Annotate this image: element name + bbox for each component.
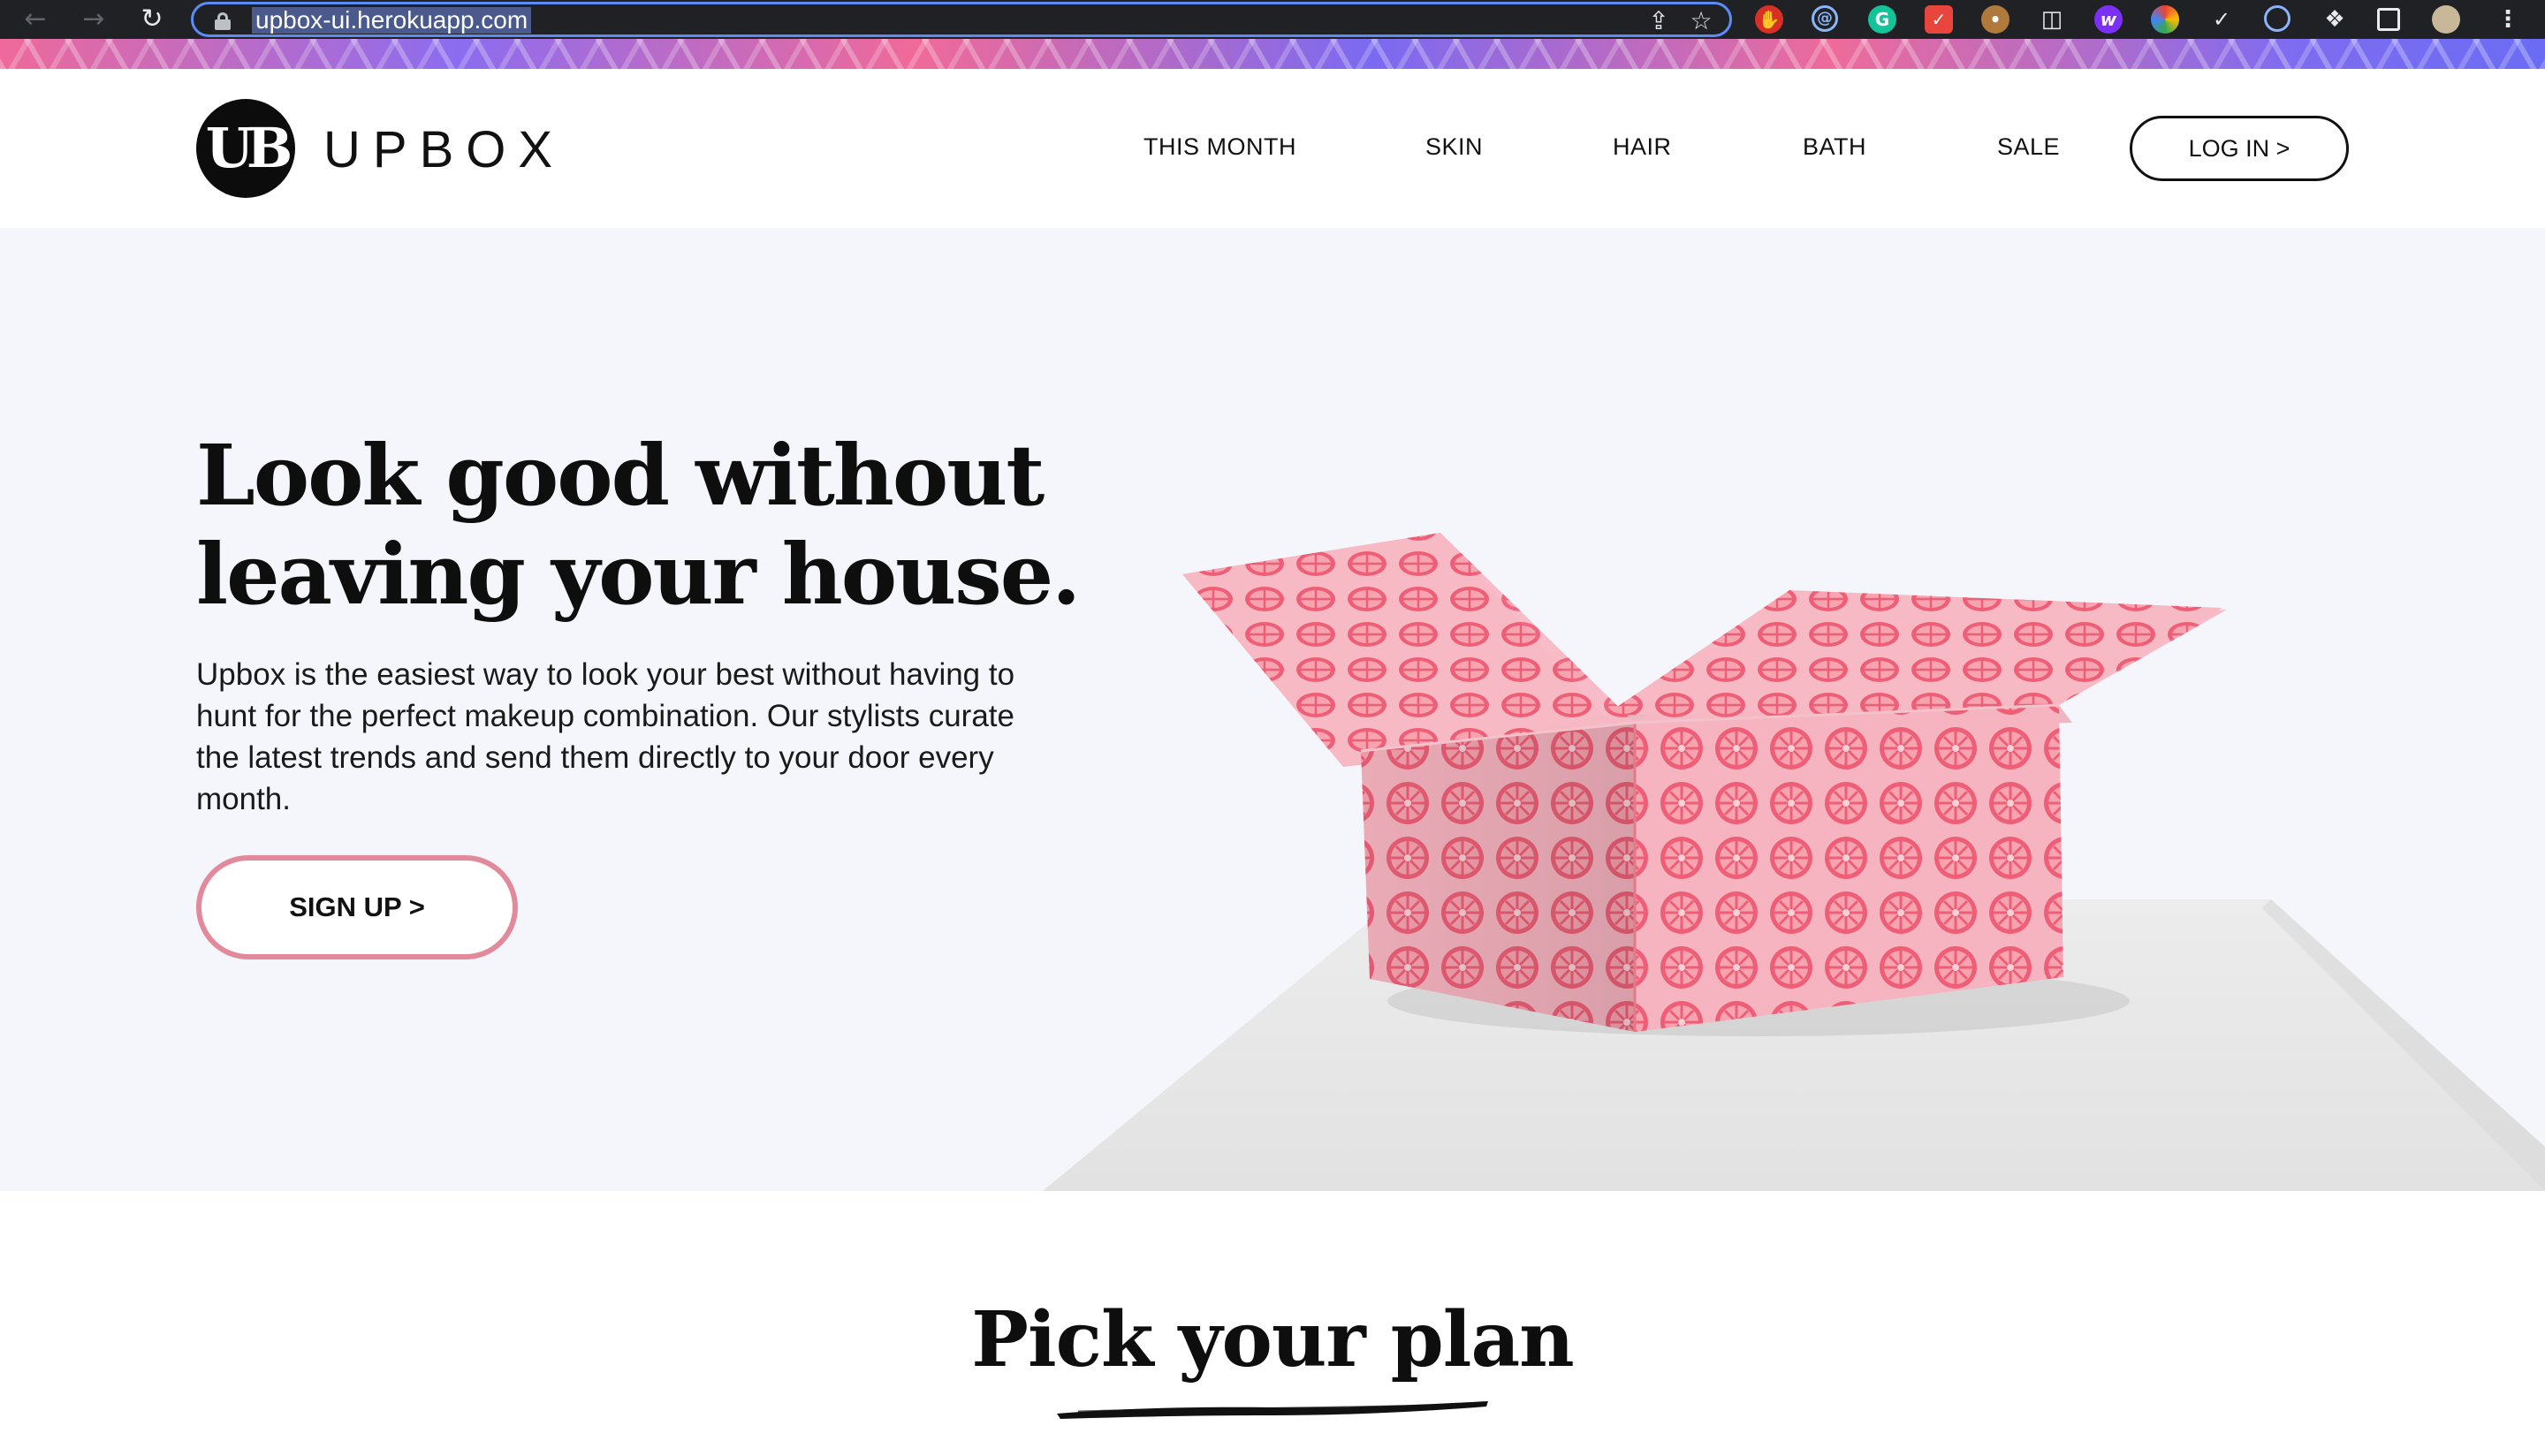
- todo-icon[interactable]: ✓: [1925, 5, 1953, 34]
- share-icon[interactable]: ⇪: [1641, 7, 1676, 35]
- menu-kebab-icon[interactable]: ⋮: [2494, 5, 2522, 34]
- profile-avatar[interactable]: [2432, 5, 2460, 34]
- w-extension-icon[interactable]: w: [2094, 5, 2123, 34]
- signup-button[interactable]: SIGN UP >: [196, 855, 518, 959]
- target-icon[interactable]: [2264, 5, 2290, 32]
- reload-icon[interactable]: ↻: [127, 0, 177, 39]
- at-sign-icon[interactable]: @: [1812, 5, 1838, 32]
- grammarly-icon[interactable]: G: [1868, 5, 1896, 34]
- nav-sale[interactable]: SALE: [1997, 133, 2060, 161]
- browser-toolbar: ← → ↻ upbox-ui.herokuapp.com ⇪ ☆ ✋ @ G ✓…: [0, 0, 2545, 39]
- reader-icon[interactable]: ◫: [2038, 5, 2066, 34]
- address-bar[interactable]: upbox-ui.herokuapp.com ⇪ ☆: [191, 2, 1732, 37]
- upbox-logo-mark[interactable]: UB: [196, 99, 295, 198]
- nav-skin[interactable]: SKIN: [1425, 133, 1483, 161]
- forward-arrow-icon[interactable]: →: [69, 0, 118, 39]
- nav-bath[interactable]: BATH: [1803, 133, 1866, 161]
- side-panel-icon[interactable]: [2377, 8, 2400, 31]
- site-header: UB UPBOX THIS MONTH SKIN HAIR BATH SALE …: [0, 69, 2545, 228]
- login-button[interactable]: LOG IN >: [2130, 116, 2349, 181]
- nav-this-month[interactable]: THIS MONTH: [1143, 133, 1296, 161]
- decorative-pattern-banner: [0, 39, 2545, 69]
- hero-title-line-2: leaving your house.: [196, 526, 1081, 624]
- brush-underline-decoration: [1057, 1401, 1488, 1419]
- plans-heading: Pick your plan: [971, 1295, 1574, 1384]
- puzzle-extensions-icon[interactable]: ❖: [2321, 5, 2349, 34]
- upbox-logo-text[interactable]: UPBOX: [323, 120, 565, 179]
- hero-title-line-1: Look good without: [196, 427, 1045, 525]
- back-arrow-icon[interactable]: ←: [11, 0, 60, 39]
- url-text[interactable]: upbox-ui.herokuapp.com: [252, 7, 532, 34]
- adblock-icon[interactable]: ✋: [1755, 5, 1783, 34]
- lock-icon: [215, 12, 231, 30]
- hero-title: Look good without leaving your house.: [196, 427, 1081, 625]
- hero-section: Look good without leaving your house. Up…: [0, 228, 2545, 1191]
- eyedropper-icon[interactable]: ✓: [2207, 5, 2236, 34]
- color-picker-icon[interactable]: [2151, 5, 2179, 34]
- hero-description: Upbox is the easiest way to look your be…: [196, 657, 1015, 816]
- bookmark-star-icon[interactable]: ☆: [1683, 7, 1719, 35]
- cookie-icon[interactable]: •: [1981, 5, 2009, 34]
- nav-hair[interactable]: HAIR: [1613, 133, 1672, 161]
